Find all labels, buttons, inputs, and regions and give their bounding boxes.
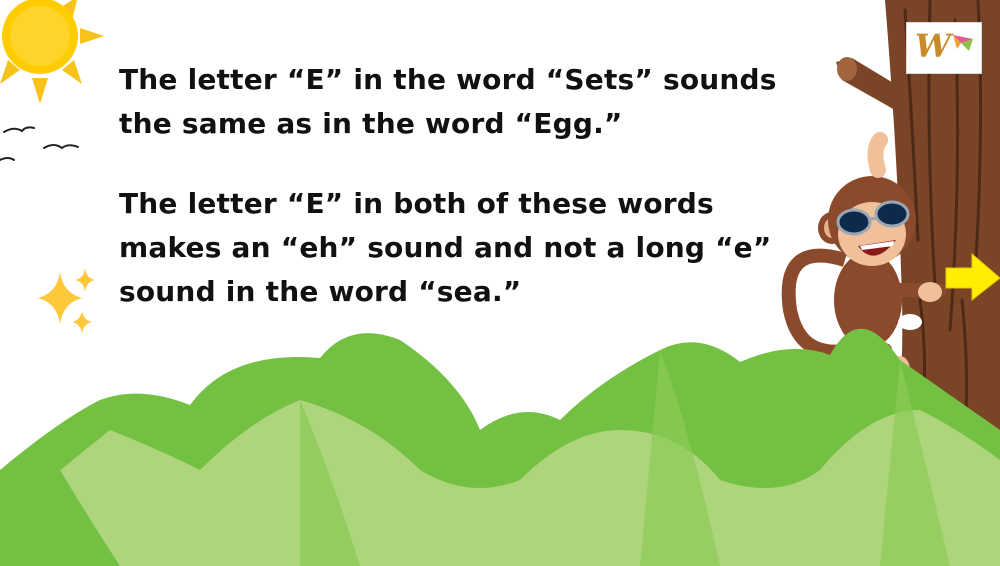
bird-icon	[0, 126, 79, 161]
mountains	[0, 328, 1000, 566]
paragraph-eh-sound: The letter “E” in both of these words ma…	[119, 187, 772, 308]
sun-icon	[0, 0, 104, 104]
slide: W The letter “E” in the word “Sets” soun…	[0, 0, 1000, 566]
sparkle-icon	[38, 268, 95, 334]
logo-letter: W	[915, 27, 951, 65]
logo-bird-icon	[953, 35, 973, 51]
paragraph-sets-egg: The letter “E” in the word “Sets” sounds…	[119, 63, 777, 140]
brand-logo: W	[906, 22, 982, 74]
